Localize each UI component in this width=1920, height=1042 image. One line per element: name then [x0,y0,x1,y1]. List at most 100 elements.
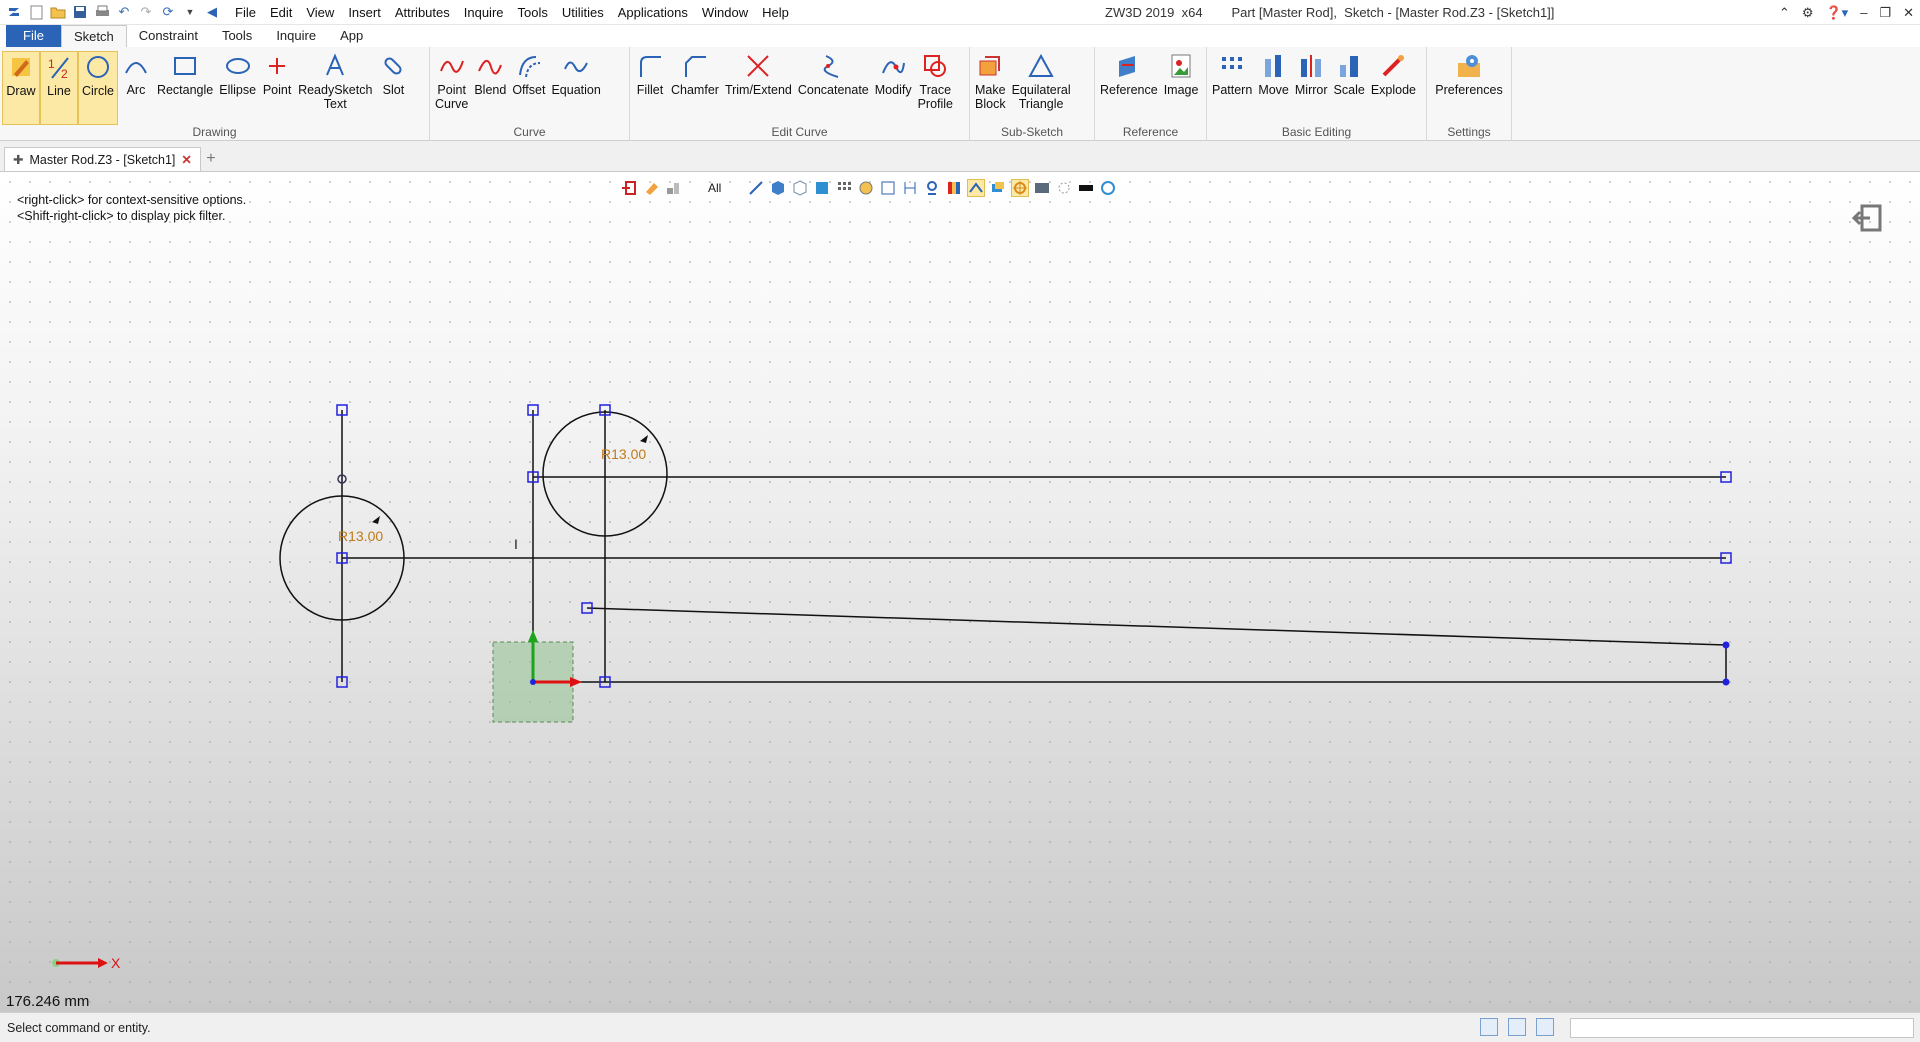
equation-button[interactable]: Equation [548,51,603,125]
explode-button[interactable]: Explode [1368,51,1419,125]
pick-filter-select[interactable]: All [708,181,721,195]
line-color-icon[interactable] [1077,179,1095,197]
repeat-icon[interactable]: ⟳ [158,2,178,22]
pick-tool-icon[interactable] [747,179,765,197]
new-file-icon[interactable] [26,2,46,22]
app-logo-icon[interactable] [4,2,24,22]
view-orient-icon[interactable] [791,179,809,197]
move-button[interactable]: Move [1255,51,1292,125]
target-snap-icon[interactable] [1011,179,1030,197]
circle-button[interactable]: Circle [78,51,118,125]
menu-inquire[interactable]: Inquire [457,0,511,25]
exit-sketch-button[interactable] [1851,202,1884,234]
status-monitor-icon[interactable] [1508,1018,1526,1036]
chamfer-button[interactable]: Chamfer [668,51,722,125]
graphics-area[interactable]: R13.00 R13.00 I <right-click> for contex… [0,172,1920,1012]
scale-button[interactable]: Scale [1331,51,1368,125]
eraser-icon[interactable] [642,179,660,197]
pattern-button[interactable]: Pattern [1209,51,1255,125]
collapse-ribbon-icon[interactable]: ⌃ [1779,0,1790,25]
make-block-button[interactable]: Make Block [972,51,1009,125]
trim-extend-button[interactable]: Trim/Extend [722,51,795,125]
minimize-icon[interactable]: – [1860,0,1867,25]
shading-icon[interactable] [857,179,875,197]
trace-profile-icon [920,51,950,81]
layer-icon[interactable] [989,179,1007,197]
mirror-icon [1296,51,1326,81]
background-icon[interactable] [1033,179,1051,197]
add-tab-icon[interactable]: + [201,147,221,171]
close-tab-icon[interactable]: ✕ [181,152,191,167]
sparkle-icon[interactable] [1055,179,1073,197]
snap-toggle-icon[interactable] [967,179,986,197]
endpoint[interactable] [1722,678,1730,686]
menu-tools[interactable]: Tools [511,0,555,25]
arc-button[interactable]: Arc [118,51,154,125]
image-button[interactable]: Image [1161,51,1202,125]
equilateral-triangle-button[interactable]: Equilateral Triangle [1009,51,1074,125]
menu-utilities[interactable]: Utilities [555,0,611,25]
point-curve-button[interactable]: Point Curve [432,51,471,125]
dropdown-arrow-icon[interactable]: ▼ [180,2,200,22]
section-icon[interactable] [879,179,897,197]
display-mode-icon[interactable] [813,179,831,197]
tab-tools[interactable]: Tools [210,25,264,47]
origin-point[interactable] [530,679,536,685]
tab-master-rod-sketch[interactable]: ✚ Master Rod.Z3 - [Sketch1] ✕ [4,147,201,171]
radius-dimension-1[interactable]: R13.00 [338,528,383,544]
menu-view[interactable]: View [299,0,341,25]
readysketch-text-button[interactable]: ReadySketch Text [295,51,375,125]
blend-button[interactable]: Blend [471,51,509,125]
radius-dimension-2[interactable]: R13.00 [601,446,646,462]
tab-file[interactable]: File [6,25,61,47]
menu-edit[interactable]: Edit [263,0,299,25]
menu-applications[interactable]: Applications [611,0,695,25]
redo-icon[interactable]: ↷ [136,2,156,22]
grid-icon[interactable] [835,179,853,197]
restore-icon[interactable]: ❐ [1879,0,1891,25]
concatenate-button[interactable]: Concatenate [795,51,872,125]
print-icon[interactable] [92,2,112,22]
rotate-view-icon[interactable] [1099,179,1117,197]
help-icon[interactable]: ❓▾ [1825,0,1848,25]
menu-attributes[interactable]: Attributes [388,0,457,25]
tab-constraint[interactable]: Constraint [127,25,210,47]
tab-sketch[interactable]: Sketch [60,25,127,47]
line-button[interactable]: 1 2 Line [40,51,78,125]
mirror-button[interactable]: Mirror [1292,51,1331,125]
command-input-field[interactable] [1570,1018,1914,1038]
tab-app[interactable]: App [328,25,375,47]
filter-icon[interactable] [664,179,682,197]
view-cube-icon[interactable] [769,179,787,197]
modify-button[interactable]: Modify [872,51,915,125]
close-icon[interactable]: ✕ [1903,0,1914,25]
reference-button[interactable]: Reference [1097,51,1161,125]
menu-help[interactable]: Help [755,0,796,25]
status-list-icon[interactable] [1536,1018,1554,1036]
tab-inquire[interactable]: Inquire [264,25,328,47]
sketch-canvas[interactable]: R13.00 R13.00 I [0,172,1920,1012]
menu-insert[interactable]: Insert [341,0,388,25]
color-palette-icon[interactable] [945,179,963,197]
slot-button[interactable]: Slot [375,51,411,125]
offset-button[interactable]: Offset [509,51,548,125]
ellipse-button[interactable]: Ellipse [216,51,259,125]
rectangle-button[interactable]: Rectangle [154,51,216,125]
save-icon[interactable] [70,2,90,22]
back-arrow-icon[interactable]: ◀ [202,2,222,22]
exit-sketch-icon[interactable] [620,179,638,197]
open-folder-icon[interactable] [48,2,68,22]
draw-button[interactable]: Draw [2,51,40,125]
fillet-button[interactable]: Fillet [632,51,668,125]
trace-profile-button[interactable]: Trace Profile [915,51,956,125]
endpoint[interactable] [1722,641,1730,649]
status-layout-icon[interactable] [1480,1018,1498,1036]
point-button[interactable]: Point [259,51,295,125]
constraint-view-icon[interactable] [923,179,941,197]
dimension-view-icon[interactable] [901,179,919,197]
settings-gear-icon[interactable]: ⚙ [1802,0,1814,25]
undo-icon[interactable]: ↶ [114,2,134,22]
menu-window[interactable]: Window [695,0,755,25]
preferences-button[interactable]: Preferences [1432,51,1505,125]
menu-file[interactable]: File [228,0,263,25]
